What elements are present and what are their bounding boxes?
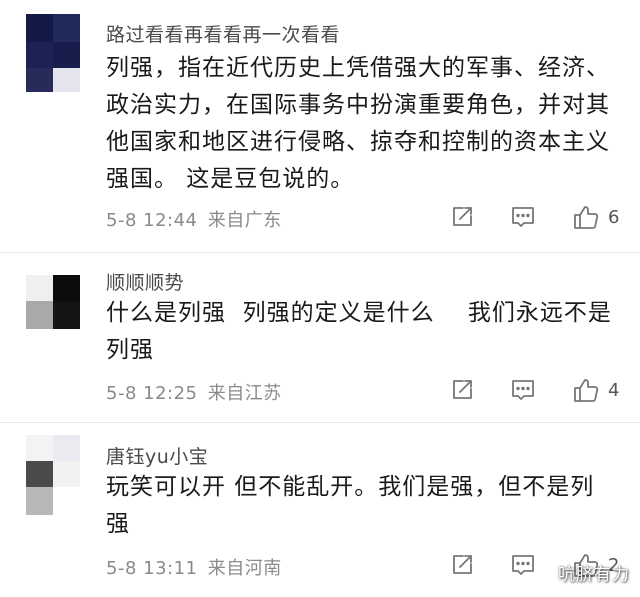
comment-icon xyxy=(512,380,534,400)
comment-item: 路过看看再看看再一次看看 列强，指在近代历史上凭借强大的军事、经济、 政治实力，… xyxy=(0,0,640,248)
comment-text-line: 强国。 这是豆包说的。 xyxy=(106,166,355,192)
comment-location: 来自广东 xyxy=(207,210,282,231)
like-icon xyxy=(574,379,599,402)
like-button[interactable]: 6 xyxy=(572,203,619,231)
reply-button[interactable] xyxy=(511,378,535,402)
share-icon xyxy=(453,555,472,574)
share-button[interactable] xyxy=(450,553,474,577)
comment-text-line: 玩笑可以开 但不能乱开。我们是强，但不是列 xyxy=(106,474,595,500)
comment-location: 来自江苏 xyxy=(207,383,282,404)
reply-button[interactable] xyxy=(511,553,535,577)
comment-text: 什么是列强 列强的定义是什么 我们永远不是 列强 xyxy=(106,295,626,369)
avatar[interactable] xyxy=(26,435,80,515)
comment-text-line: 列强 xyxy=(106,337,154,363)
comment-username[interactable]: 路过看看再看看再一次看看 xyxy=(106,20,340,47)
avatar[interactable] xyxy=(26,14,80,92)
comment-item: 唐钰yu小宝 玩笑可以开 但不能乱开。我们是强，但不是列 强 5-8 13:11… xyxy=(0,424,640,597)
comment-text-line: 政治实力，在国际事务中扮演重要角色，并对其 xyxy=(106,92,610,118)
like-icon xyxy=(574,206,599,229)
comment-text-line: 什么是列强 列强的定义是什么 我们永远不是 xyxy=(106,300,612,326)
comment-meta: 5-8 12:44 来自广东 xyxy=(106,206,282,232)
comment-icon xyxy=(512,555,534,575)
comment-text-line: 他国家和地区进行侵略、掠夺和控制的资本主义 xyxy=(106,129,610,155)
comment-location: 来自河南 xyxy=(207,558,282,579)
watermark: 吭脐有力 xyxy=(558,565,630,585)
comment-username[interactable]: 唐钰yu小宝 xyxy=(106,442,208,469)
avatar[interactable] xyxy=(26,275,80,355)
comment-date: 5-8 12:25 xyxy=(106,383,198,404)
comment-meta: 5-8 12:25 来自江苏 xyxy=(106,379,282,405)
share-button[interactable] xyxy=(450,378,474,402)
comment-date: 5-8 12:44 xyxy=(106,210,198,231)
comment-text: 玩笑可以开 但不能乱开。我们是强，但不是列 强 xyxy=(106,469,626,543)
like-button[interactable]: 4 xyxy=(572,376,619,404)
share-button[interactable] xyxy=(450,205,474,229)
comment-text-line: 强 xyxy=(106,511,130,537)
comment-meta: 5-8 13:11 来自河南 xyxy=(106,554,282,580)
like-count: 6 xyxy=(608,206,620,228)
comment-date: 5-8 13:11 xyxy=(106,558,198,579)
reply-button[interactable] xyxy=(511,205,535,229)
like-count: 4 xyxy=(608,379,620,401)
share-icon xyxy=(453,207,472,226)
comment-text: 列强，指在近代历史上凭借强大的军事、经济、 政治实力，在国际事务中扮演重要角色，… xyxy=(106,50,626,198)
comment-username[interactable]: 顺顺顺势 xyxy=(106,268,184,295)
comment-icon xyxy=(512,207,534,227)
divider xyxy=(0,422,640,423)
comment-item: 顺顺顺势 什么是列强 列强的定义是什么 我们永远不是 列强 5-8 12:25 … xyxy=(0,254,640,418)
divider xyxy=(0,252,640,253)
share-icon xyxy=(453,380,472,399)
comment-text-line: 列强，指在近代历史上凭借强大的军事、经济、 xyxy=(106,55,610,81)
